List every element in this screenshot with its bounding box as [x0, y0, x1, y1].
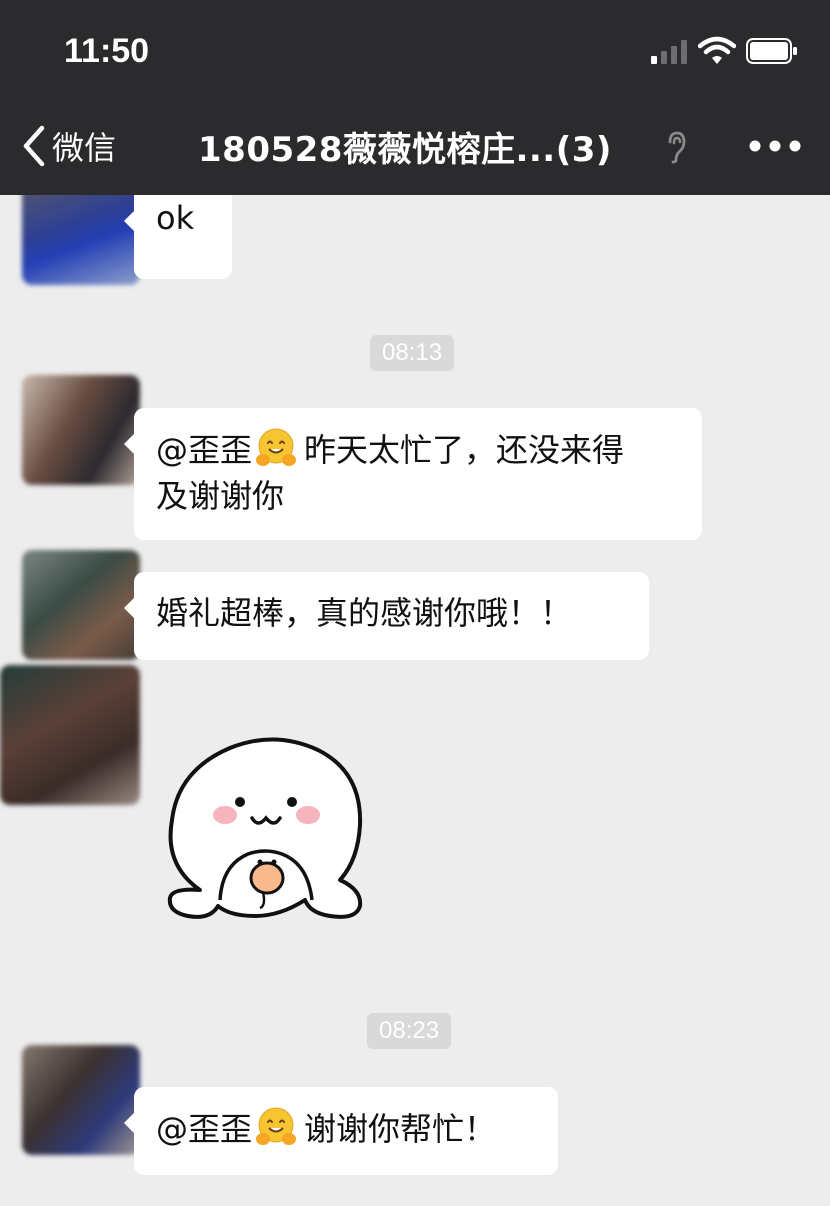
cellular-signal-icon	[651, 40, 687, 64]
status-time: 11:50	[64, 32, 150, 70]
navigation-bar: 11:50 微信 180528薇薇悦榕庄...(3)	[0, 0, 830, 195]
timestamp-badge: 08:23	[367, 1013, 452, 1049]
avatar[interactable]	[0, 665, 140, 805]
cute-bun-sticker-icon[interactable]	[160, 730, 375, 925]
message-text: 昨天太忙了，还没来得	[304, 431, 625, 469]
mention-text: @歪歪	[156, 431, 253, 469]
avatar[interactable]	[22, 375, 140, 485]
message-text: ok	[156, 199, 195, 237]
hugging-face-emoji-icon	[256, 428, 297, 466]
more-options-icon[interactable]	[746, 134, 804, 158]
avatar[interactable]	[22, 550, 140, 660]
message-bubble[interactable]: @歪歪 谢谢你帮忙！	[124, 1087, 558, 1175]
back-label: 微信	[52, 129, 117, 167]
wifi-icon	[698, 36, 736, 64]
message-text: 婚礼超棒，真的感谢你哦！！	[156, 594, 573, 632]
message-text-line2: 及谢谢你	[156, 477, 285, 515]
hugging-face-emoji-icon	[256, 1107, 297, 1145]
message-bubble[interactable]: 婚礼超棒，真的感谢你哦！！	[124, 572, 649, 660]
timestamp-badge: 08:13	[370, 335, 455, 371]
back-button[interactable]: 微信	[18, 120, 116, 172]
avatar[interactable]	[22, 195, 140, 285]
avatar[interactable]	[22, 1045, 140, 1155]
battery-icon	[746, 38, 797, 64]
ear-icon	[668, 131, 686, 164]
message-bubble[interactable]: @歪歪 昨天太忙了，还没来得 及谢谢你	[124, 408, 702, 540]
message-text: 谢谢你帮忙！	[304, 1110, 497, 1148]
message-bubble[interactable]: ok	[124, 195, 232, 279]
chevron-left-icon	[23, 125, 45, 167]
mention-text: @歪歪	[156, 1110, 253, 1148]
chat-title: 180528薇薇悦榕庄...(3)	[198, 130, 612, 170]
message-list[interactable]: ok 08:13 @歪歪 昨天太忙了，还没来得 及谢谢你 婚礼超棒，真的感谢你哦…	[0, 195, 830, 1206]
